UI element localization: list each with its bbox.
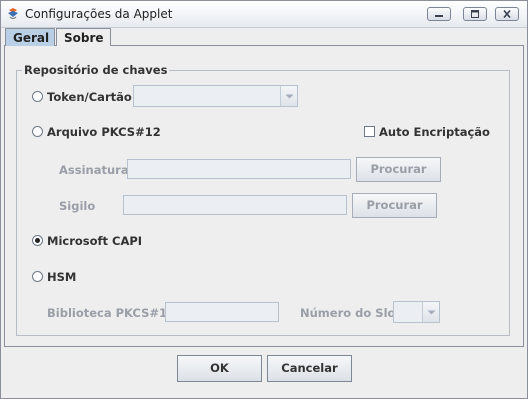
keystore-group-title: Repositório de chaves — [22, 63, 170, 77]
secrecy-label: Sigilo — [59, 199, 96, 213]
cancel-button[interactable]: Cancelar — [267, 355, 352, 382]
maximize-icon — [471, 10, 479, 18]
close-button[interactable] — [495, 7, 519, 21]
tab-sobre-label: Sobre — [64, 31, 104, 45]
token-combo[interactable] — [133, 85, 298, 107]
pkcs12-label: Arquivo PKCS#12 — [47, 125, 161, 139]
slot-combo[interactable] — [393, 301, 440, 323]
library-label: Biblioteca PKCS#11 — [47, 306, 175, 320]
pkcs12-radio[interactable] — [32, 126, 43, 137]
slot-combo-arrow[interactable] — [422, 302, 439, 322]
capi-label: Microsoft CAPI — [47, 234, 143, 248]
applet-settings-dialog: Configurações da Applet Geral Sobre Repo… — [0, 0, 528, 399]
signature-label: Assinatura — [59, 163, 129, 177]
auto-encrypt-checkbox[interactable] — [364, 126, 375, 137]
secrecy-browse-button[interactable]: Procurar — [352, 193, 437, 218]
title-bar[interactable]: Configurações da Applet — [1, 1, 527, 28]
chevron-down-icon — [427, 310, 435, 315]
hsm-label: HSM — [47, 270, 77, 284]
signature-field[interactable] — [127, 159, 351, 179]
token-label: Token/Cartão — [47, 90, 132, 104]
capi-radio[interactable] — [32, 235, 43, 246]
close-icon — [503, 10, 511, 18]
window-title: Configurações da Applet — [25, 7, 173, 21]
slot-label: Número do Slot — [300, 306, 401, 320]
chevron-down-icon — [285, 94, 293, 99]
token-combo-arrow[interactable] — [280, 86, 297, 106]
library-field[interactable] — [165, 302, 279, 322]
java-app-icon — [8, 8, 18, 20]
token-radio[interactable] — [32, 91, 43, 102]
minimize-button[interactable] — [427, 7, 451, 21]
auto-encrypt-label: Auto Encriptação — [379, 125, 490, 139]
tab-sobre[interactable]: Sobre — [56, 28, 111, 46]
secrecy-field[interactable] — [123, 195, 347, 215]
maximize-button[interactable] — [463, 7, 487, 21]
tab-geral-label: Geral — [13, 31, 50, 45]
radio-selected-dot — [35, 238, 40, 243]
tab-geral[interactable]: Geral — [5, 28, 55, 46]
hsm-radio[interactable] — [32, 271, 43, 282]
signature-browse-button[interactable]: Procurar — [356, 157, 441, 182]
ok-button[interactable]: OK — [177, 355, 262, 382]
minimize-icon — [435, 15, 443, 17]
